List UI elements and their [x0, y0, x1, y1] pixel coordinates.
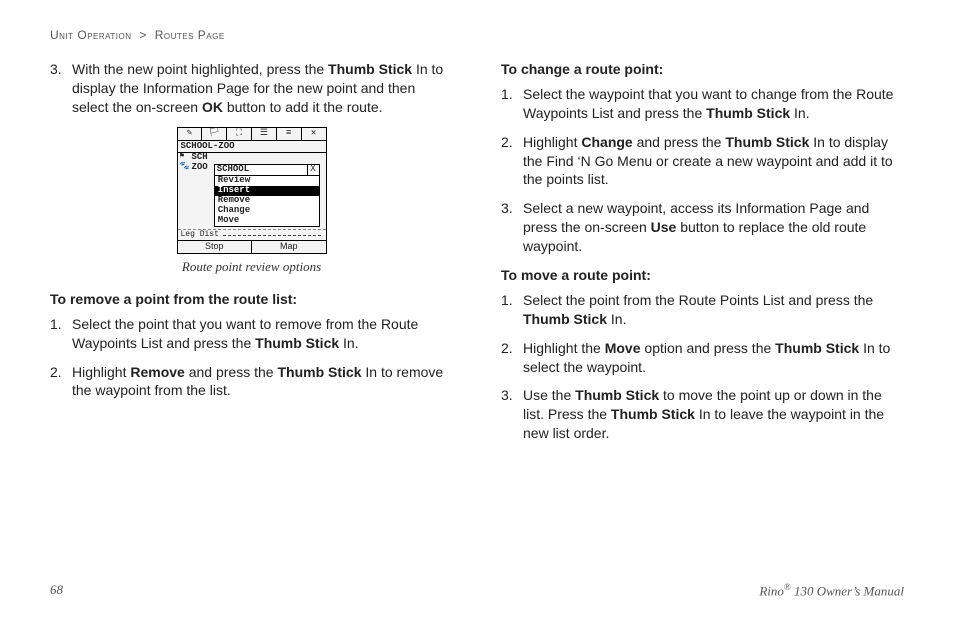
bold-thumb-stick: Thumb Stick — [611, 406, 695, 422]
text: Highlight — [523, 134, 581, 150]
step-number: 1. — [501, 291, 523, 329]
breadcrumb-section: Unit Operation — [50, 28, 132, 42]
bold-thumb-stick: Thumb Stick — [725, 134, 809, 150]
registered-mark: ® — [784, 582, 791, 592]
device-footer: Stop Map — [178, 240, 326, 253]
list-item: 2. Highlight Remove and press the Thumb … — [50, 363, 453, 401]
bold-thumb-stick: Thumb Stick — [775, 340, 859, 356]
right-column: To change a route point: 1. Select the w… — [501, 60, 904, 453]
page-number: 68 — [50, 582, 63, 599]
content-columns: 3. With the new point highlighted, press… — [50, 60, 904, 453]
row-label: ZOO — [192, 163, 210, 173]
product-suffix: 130 Owner’s Manual — [791, 583, 904, 598]
breadcrumb: Unit Operation > Routes Page — [50, 28, 904, 42]
dash-line — [223, 235, 321, 236]
device-row: 🐾 ZOO SCHOOL X Review Insert Remove Chan… — [178, 163, 326, 228]
topbar-icon: ✎ — [178, 128, 203, 140]
bold-move: Move — [605, 340, 641, 356]
heading-change-point: To change a route point: — [501, 60, 904, 79]
step-body: Highlight Remove and press the Thumb Sti… — [72, 363, 453, 401]
step-body: Select a new waypoint, access its Inform… — [523, 199, 904, 256]
step-body: Select the point from the Route Points L… — [523, 291, 904, 329]
text: and press the — [633, 134, 726, 150]
stop-button: Stop — [178, 241, 253, 253]
step-number: 3. — [50, 60, 72, 117]
leg-dist-row: Leg Dist — [178, 229, 326, 241]
topbar-icon: ☰ — [252, 128, 277, 140]
bold-thumb-stick: Thumb Stick — [255, 335, 339, 351]
topbar-icon: 🏳 — [202, 128, 227, 140]
step-body: Select the point that you want to remove… — [72, 315, 453, 353]
text: and press the — [185, 364, 278, 380]
product-name: Rino — [759, 583, 784, 598]
step-number: 2. — [501, 133, 523, 190]
bold-thumb-stick: Thumb Stick — [523, 311, 607, 327]
step-body: With the new point highlighted, press th… — [72, 60, 453, 117]
text: Use the — [523, 387, 575, 403]
text: Select the point that you want to remove… — [72, 316, 418, 351]
step-number: 1. — [50, 315, 72, 353]
remove-steps: 1. Select the point that you want to rem… — [50, 315, 453, 401]
move-steps: 1. Select the point from the Route Point… — [501, 291, 904, 443]
figure-caption: Route point review options — [50, 258, 453, 276]
context-menu: SCHOOL X Review Insert Remove Change Mov… — [214, 164, 320, 226]
bold-ok: OK — [202, 99, 223, 115]
topbar-icon: ⛶ — [227, 128, 252, 140]
step-number: 2. — [50, 363, 72, 401]
text: With the new point highlighted, press th… — [72, 61, 328, 77]
manual-title: Rino® 130 Owner’s Manual — [759, 582, 904, 599]
text: In. — [607, 311, 626, 327]
breadcrumb-sep: > — [139, 28, 147, 42]
flag-icon: ⚑ — [180, 153, 192, 162]
breadcrumb-page: Routes Page — [155, 28, 225, 42]
topbar-icon: ≡ — [277, 128, 302, 140]
list-item: 2. Highlight the Move option and press t… — [501, 339, 904, 377]
step-number: 3. — [501, 386, 523, 443]
close-icon: X — [307, 165, 319, 175]
heading-remove-point: To remove a point from the route list: — [50, 290, 453, 309]
list-item: 1. Select the waypoint that you want to … — [501, 85, 904, 123]
bold-thumb-stick: Thumb Stick — [328, 61, 412, 77]
figure: ✎ 🏳 ⛶ ☰ ≡ ✕ SCHOOL-ZOO ⚑ SCH 🐾 ZOO — [50, 127, 453, 276]
list-item: 1. Select the point that you want to rem… — [50, 315, 453, 353]
leg-dist-label: Leg Dist — [181, 231, 219, 240]
bold-remove: Remove — [130, 364, 184, 380]
step-3: 3. With the new point highlighted, press… — [50, 60, 453, 117]
text: In. — [339, 335, 358, 351]
bold-thumb-stick: Thumb Stick — [706, 105, 790, 121]
change-steps: 1. Select the waypoint that you want to … — [501, 85, 904, 256]
text: In. — [790, 105, 809, 121]
map-button: Map — [252, 241, 326, 253]
bold-use: Use — [651, 219, 677, 235]
text: Select the point from the Route Points L… — [523, 292, 873, 308]
page-footer: 68 Rino® 130 Owner’s Manual — [50, 582, 904, 599]
list-item: 3. Use the Thumb Stick to move the point… — [501, 386, 904, 443]
list-item: 2. Highlight Change and press the Thumb … — [501, 133, 904, 190]
step-body: Select the waypoint that you want to cha… — [523, 85, 904, 123]
text: Highlight — [72, 364, 130, 380]
heading-move-point: To move a route point: — [501, 266, 904, 285]
bold-thumb-stick: Thumb Stick — [575, 387, 659, 403]
left-column: 3. With the new point highlighted, press… — [50, 60, 453, 453]
device-screenshot: ✎ 🏳 ⛶ ☰ ≡ ✕ SCHOOL-ZOO ⚑ SCH 🐾 ZOO — [177, 127, 327, 255]
menu-item-move: Move — [215, 216, 319, 226]
left-steps: 3. With the new point highlighted, press… — [50, 60, 453, 117]
step-number: 3. — [501, 199, 523, 256]
step-body: Highlight the Move option and press the … — [523, 339, 904, 377]
step-body: Highlight Change and press the Thumb Sti… — [523, 133, 904, 190]
menu-title: SCHOOL — [215, 165, 307, 175]
bold-change: Change — [581, 134, 632, 150]
list-item: 1. Select the point from the Route Point… — [501, 291, 904, 329]
text: button to add it the route. — [223, 99, 383, 115]
list-item: 3. Select a new waypoint, access its Inf… — [501, 199, 904, 256]
text: option and press the — [641, 340, 776, 356]
topbar-icon: ✕ — [302, 128, 326, 140]
device-topbar: ✎ 🏳 ⛶ ☰ ≡ ✕ — [178, 128, 326, 141]
bold-thumb-stick: Thumb Stick — [277, 364, 361, 380]
step-number: 1. — [501, 85, 523, 123]
step-number: 2. — [501, 339, 523, 377]
zoo-icon: 🐾 — [180, 163, 192, 172]
text: Highlight the — [523, 340, 605, 356]
step-body: Use the Thumb Stick to move the point up… — [523, 386, 904, 443]
